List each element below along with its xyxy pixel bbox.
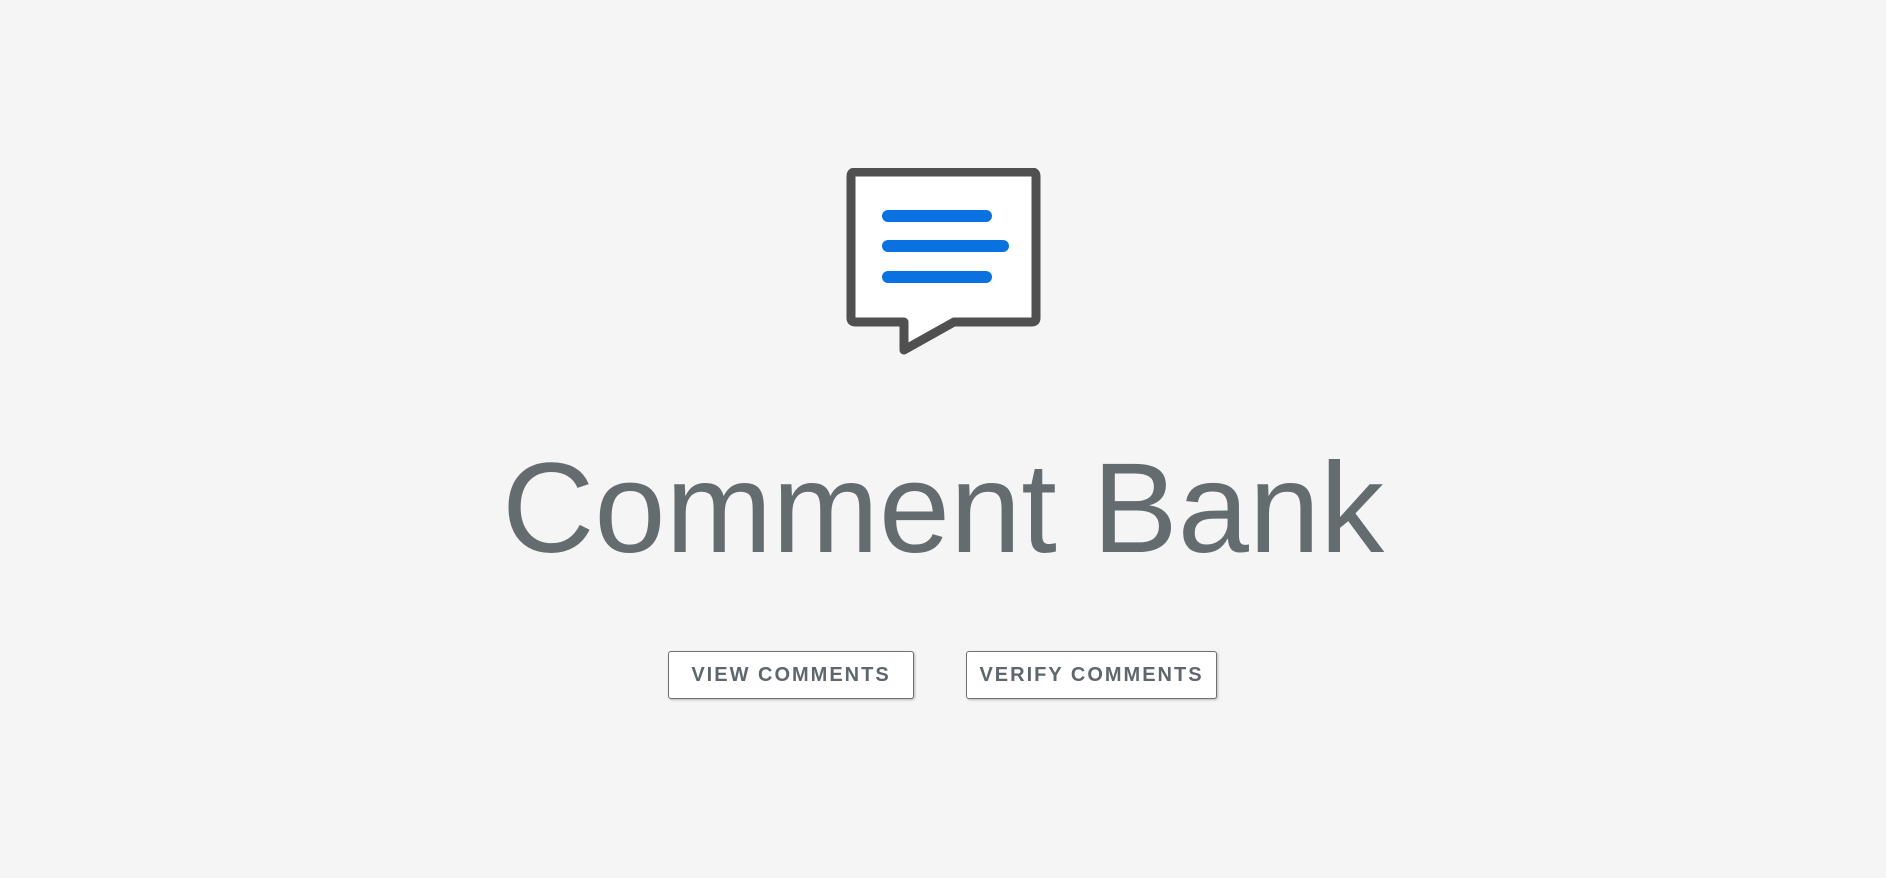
- app-title: Comment Bank: [501, 437, 1385, 580]
- landing-screen: Comment Bank VIEW COMMENTS VERIFY COMMEN…: [0, 0, 1886, 878]
- speech-bubble-frame: [846, 168, 1041, 355]
- comment-bank-logo-icon: [846, 168, 1041, 355]
- verify-comments-button[interactable]: VERIFY COMMENTS: [966, 651, 1217, 699]
- view-comments-button[interactable]: VIEW COMMENTS: [668, 651, 914, 699]
